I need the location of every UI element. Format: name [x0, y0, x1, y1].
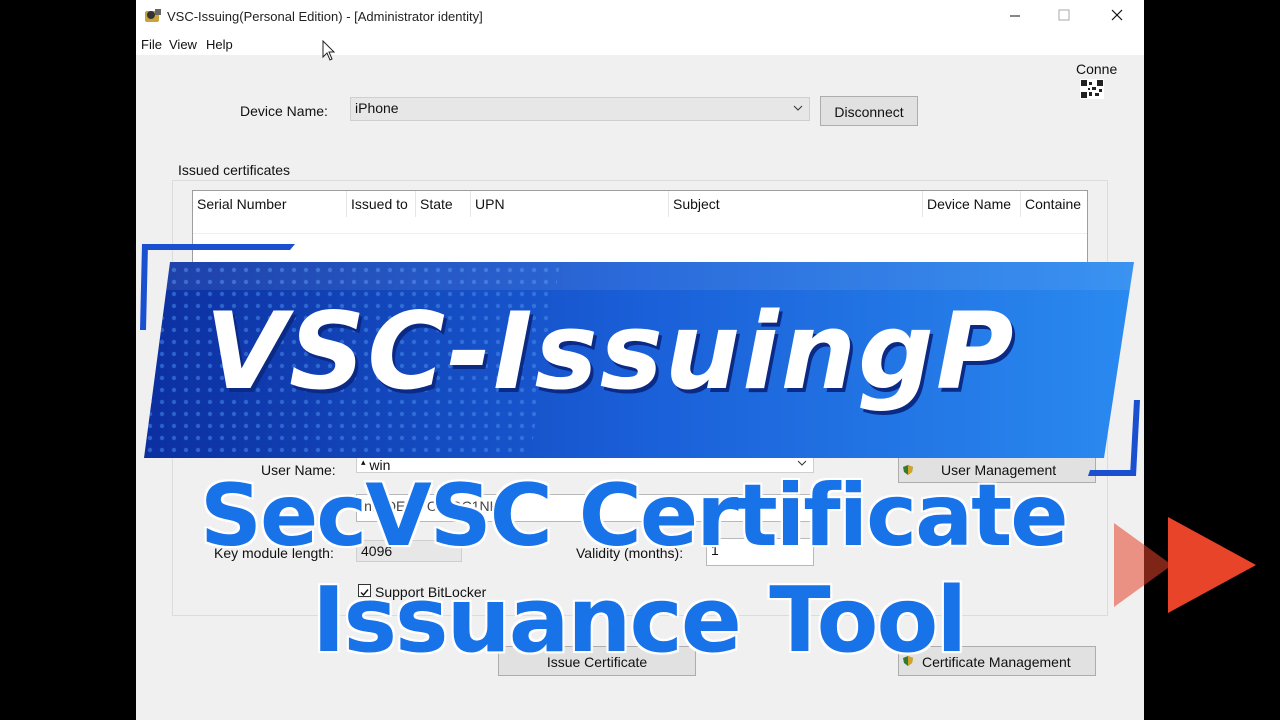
maximize-icon	[1058, 9, 1070, 21]
column-container[interactable]: Containe	[1021, 191, 1087, 217]
qr-code-icon[interactable]	[1080, 79, 1104, 99]
close-icon	[1111, 9, 1123, 21]
close-button[interactable]	[1094, 0, 1140, 33]
maximize-button[interactable]	[1040, 0, 1086, 33]
minimize-icon	[1010, 15, 1020, 17]
minimize-button[interactable]	[992, 0, 1038, 33]
overlay-subtitle-line1: SecVSC Certificate	[200, 466, 1069, 566]
chevron-down-icon	[793, 105, 803, 111]
certificates-table[interactable]: Serial Number Issued to State UPN Subjec…	[192, 190, 1088, 280]
menu-file[interactable]: File	[141, 37, 162, 52]
window-title: VSC-Issuing(Personal Edition) - [Adminis…	[167, 9, 483, 24]
app-icon	[145, 9, 161, 22]
connect-label[interactable]: Conne	[1076, 61, 1117, 77]
device-name-value: iPhone	[355, 100, 399, 116]
next-arrow-icon[interactable]	[1112, 515, 1262, 615]
title-bar: VSC-Issuing(Personal Edition) - [Adminis…	[136, 0, 1144, 33]
menu-bar: File View Help	[136, 33, 1144, 55]
cursor-icon	[322, 40, 336, 61]
overlay-subtitle-line2: Issuance Tool	[312, 568, 967, 673]
column-issued-to[interactable]: Issued to	[347, 191, 416, 217]
column-subject[interactable]: Subject	[669, 191, 923, 217]
issued-certificates-label: Issued certificates	[178, 162, 291, 178]
device-name-label: Device Name:	[240, 103, 328, 119]
column-serial-number[interactable]: Serial Number	[193, 191, 347, 217]
disconnect-button[interactable]: Disconnect	[820, 96, 918, 126]
table-row	[193, 233, 1087, 234]
column-device-name[interactable]: Device Name	[923, 191, 1021, 217]
device-name-select[interactable]: iPhone	[350, 97, 810, 121]
menu-view[interactable]: View	[169, 37, 197, 52]
column-upn[interactable]: UPN	[471, 191, 669, 217]
column-state[interactable]: State	[416, 191, 471, 217]
banner-title: VSC-IssuingP	[205, 290, 1016, 413]
menu-help[interactable]: Help	[206, 37, 233, 52]
